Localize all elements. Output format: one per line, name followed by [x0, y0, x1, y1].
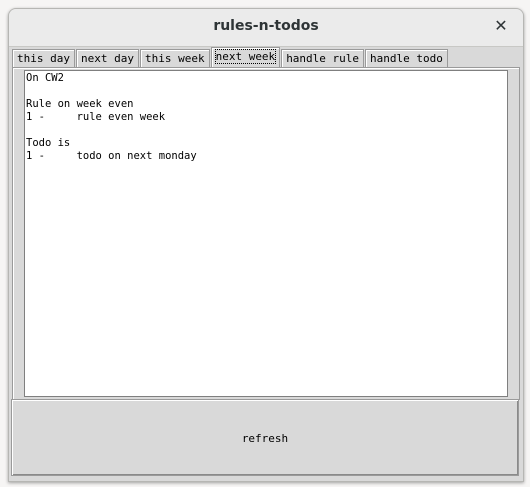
- tab-panel: On CW2 Rule on week even 1 - rule even w…: [12, 67, 520, 400]
- tab-handle-todo[interactable]: handle todo: [365, 49, 448, 67]
- tab-next-day[interactable]: next day: [75, 49, 139, 67]
- tab-this-week[interactable]: this week: [139, 49, 210, 67]
- tab-next-week[interactable]: next week: [210, 47, 281, 67]
- tab-this-day[interactable]: this day: [12, 49, 75, 67]
- tab-label: this week: [144, 52, 205, 65]
- close-icon[interactable]: ✕: [491, 16, 511, 36]
- tab-handle-rule[interactable]: handle rule: [281, 49, 365, 67]
- tab-label: next week: [214, 49, 277, 64]
- title-bar[interactable]: rules-n-todos ✕: [9, 9, 523, 47]
- tab-label: handle rule: [286, 52, 360, 65]
- window-title: rules-n-todos: [213, 18, 319, 34]
- tab-label: this day: [17, 52, 70, 65]
- tab-bar: this day next day this week next week ha…: [12, 47, 449, 67]
- content-text-area[interactable]: On CW2 Rule on week even 1 - rule even w…: [24, 70, 508, 397]
- app-window: rules-n-todos ✕ this day next day this w…: [8, 8, 524, 482]
- tab-label: handle todo: [370, 52, 443, 65]
- refresh-button[interactable]: refresh: [11, 399, 519, 476]
- tab-label: next day: [80, 52, 134, 65]
